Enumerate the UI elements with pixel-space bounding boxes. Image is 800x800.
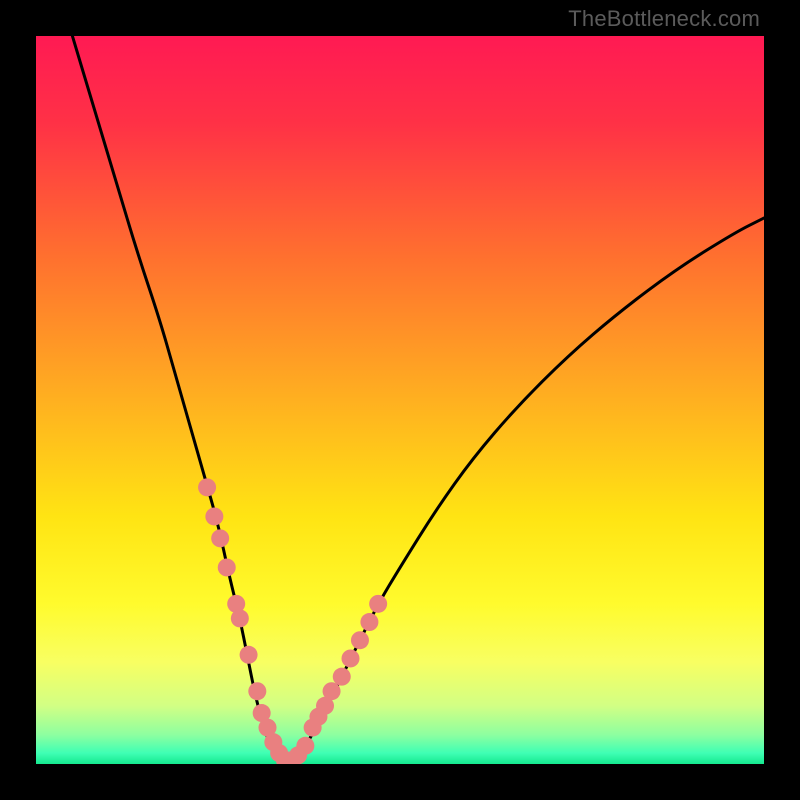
dot-highlight-dots-left bbox=[218, 558, 236, 576]
plot-area bbox=[36, 36, 764, 764]
dot-highlight-dots-left bbox=[205, 507, 223, 525]
dot-highlight-dots-right bbox=[296, 737, 314, 755]
dot-highlight-dots-right bbox=[360, 613, 378, 631]
dot-highlight-dots-right bbox=[323, 682, 341, 700]
dot-highlight-dots-right bbox=[369, 595, 387, 613]
dot-highlight-dots-right bbox=[342, 649, 360, 667]
chart-frame: TheBottleneck.com bbox=[0, 0, 800, 800]
dot-highlight-dots-right bbox=[333, 668, 351, 686]
dot-highlight-dots-left bbox=[198, 478, 216, 496]
dot-highlight-dots-left bbox=[240, 646, 258, 664]
dot-highlight-dots-left bbox=[231, 609, 249, 627]
curve-bottleneck-curve bbox=[72, 36, 764, 764]
dot-highlight-dots-right bbox=[351, 631, 369, 649]
chart-canvas bbox=[36, 36, 764, 764]
dot-highlight-dots-left bbox=[211, 529, 229, 547]
watermark-text: TheBottleneck.com bbox=[568, 6, 760, 32]
dot-highlight-dots-left bbox=[248, 682, 266, 700]
